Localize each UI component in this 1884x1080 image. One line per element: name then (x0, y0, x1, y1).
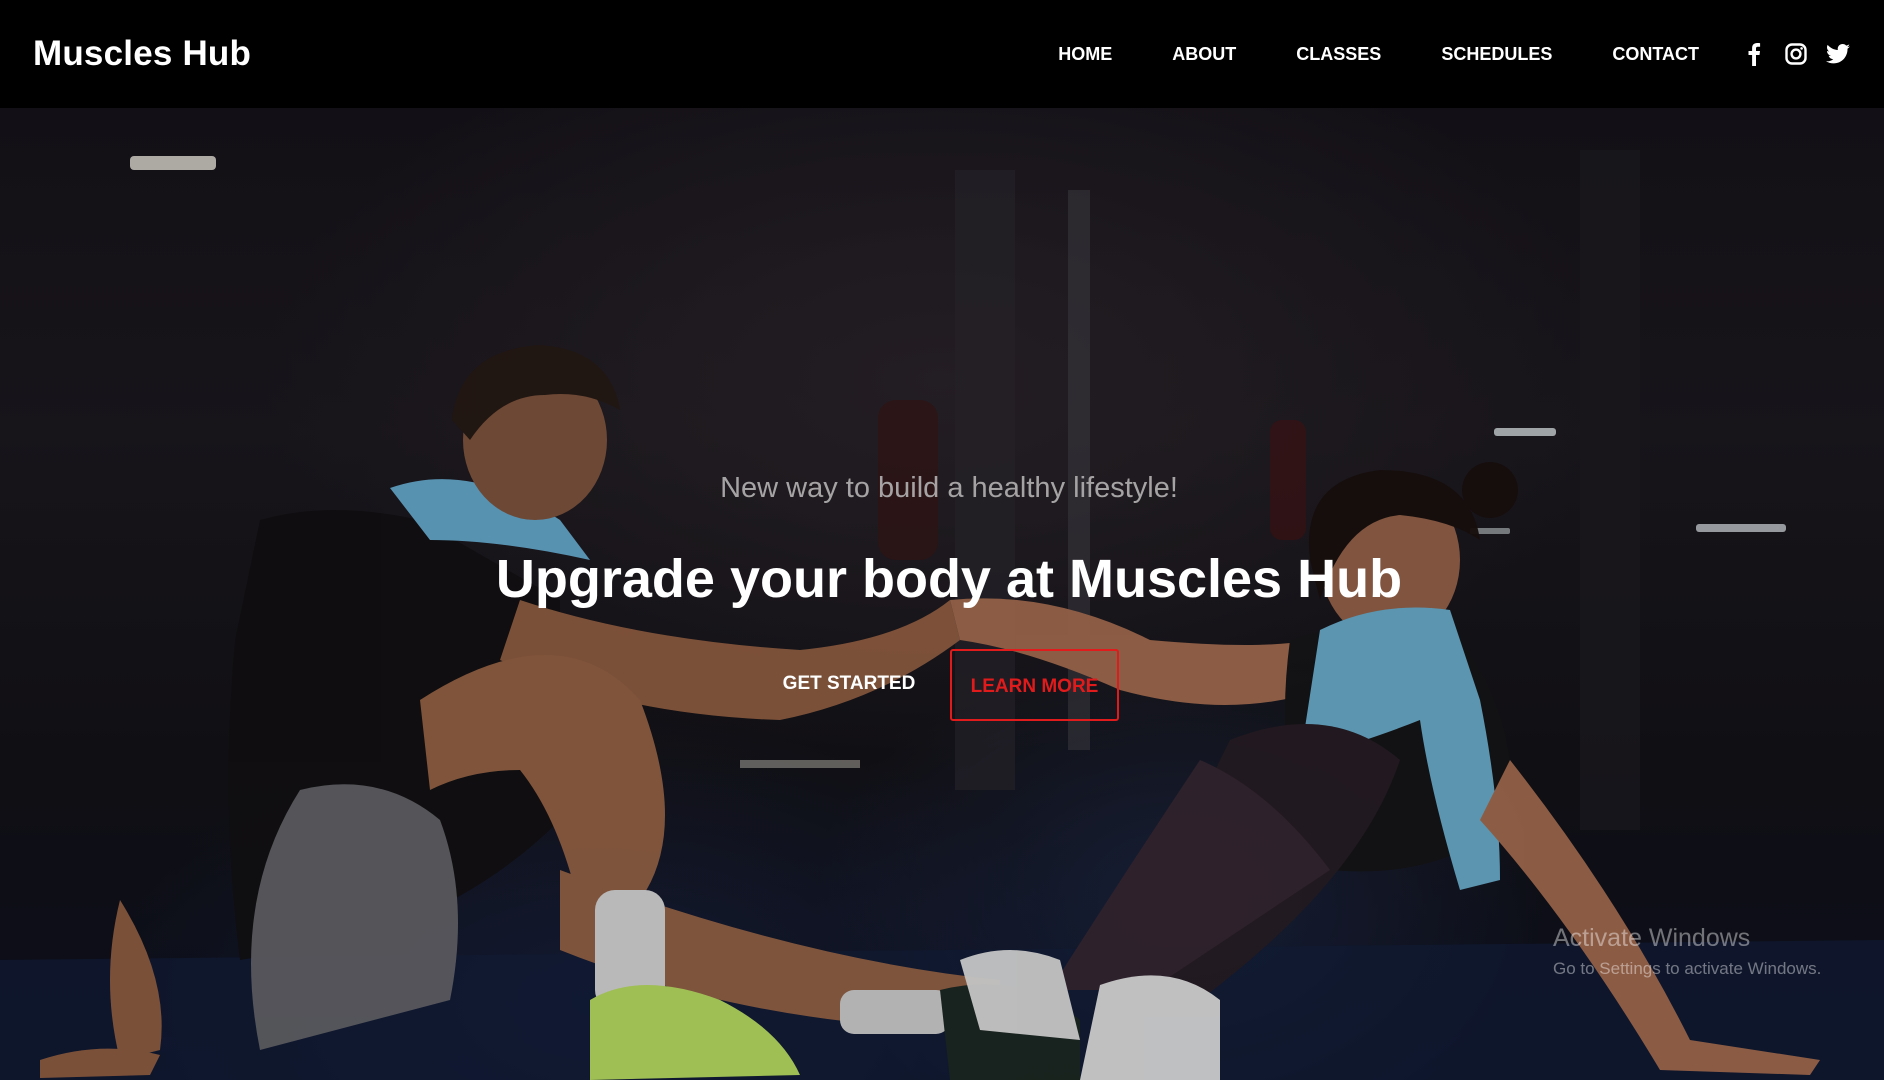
hero-headline: Upgrade your body at Muscles Hub (495, 549, 1403, 609)
hero-tagline: New way to build a healthy lifestyle! (720, 472, 1178, 504)
main-nav: HOME ABOUT CLASSES SCHEDULES CONTACT (1058, 0, 1851, 108)
instagram-icon[interactable] (1783, 41, 1809, 67)
social-links (1741, 41, 1851, 67)
watermark-subtitle: Go to Settings to activate Windows. (1553, 959, 1822, 978)
windows-activation-watermark: Activate Windows Go to Settings to activ… (1553, 924, 1821, 979)
site-header: Muscles Hub HOME ABOUT CLASSES SCHEDULES… (0, 0, 1884, 108)
hero-section: New way to build a healthy lifestyle! Up… (0, 0, 1884, 1080)
nav-schedules[interactable]: SCHEDULES (1441, 44, 1552, 65)
nav-home[interactable]: HOME (1058, 44, 1112, 65)
watermark-title: Activate Windows (1553, 924, 1751, 952)
get-started-button[interactable]: GET STARTED (763, 660, 935, 708)
nav-contact[interactable]: CONTACT (1612, 44, 1699, 65)
nav-classes[interactable]: CLASSES (1296, 44, 1381, 65)
nav-about[interactable]: ABOUT (1172, 44, 1236, 65)
page: Muscles Hub HOME ABOUT CLASSES SCHEDULES… (0, 0, 1884, 1080)
learn-more-button[interactable]: LEARN MORE (950, 649, 1119, 721)
twitter-icon[interactable] (1825, 41, 1851, 67)
site-logo[interactable]: Muscles Hub (33, 34, 251, 74)
facebook-icon[interactable] (1741, 41, 1767, 67)
